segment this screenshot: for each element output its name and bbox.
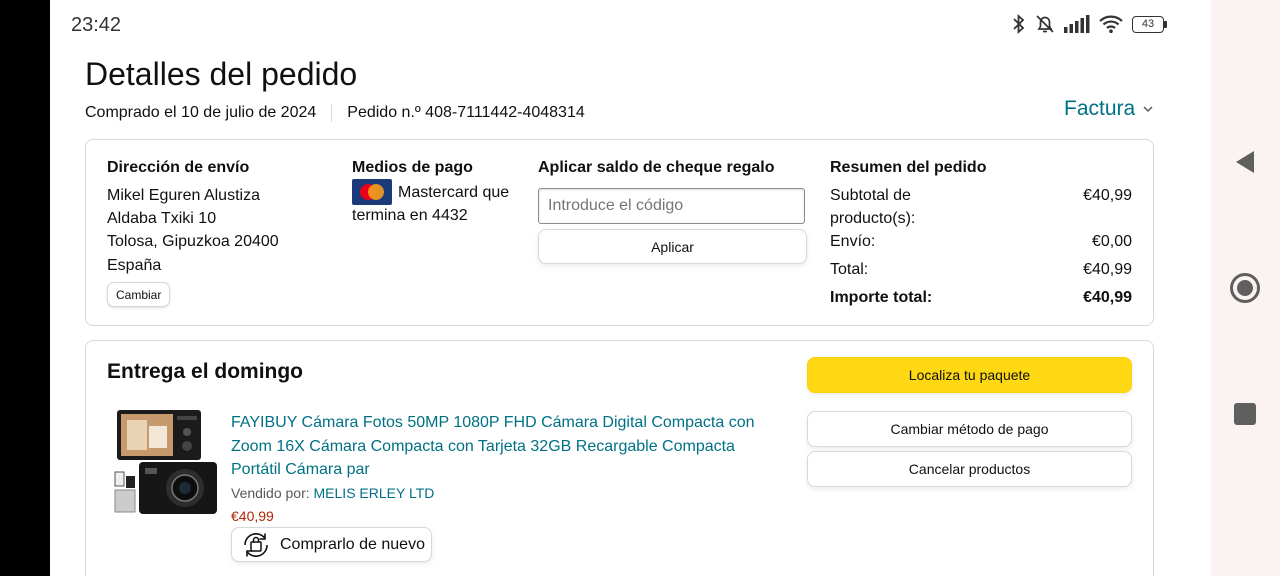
shipping-address-line: Aldaba Txiki 10 bbox=[107, 210, 217, 227]
summary-value: €40,99 bbox=[1083, 289, 1132, 306]
mute-bell-icon bbox=[1036, 15, 1054, 33]
summary-value: €40,99 bbox=[1083, 261, 1132, 278]
change-payment-button[interactable]: Cambiar método de pago bbox=[807, 411, 1132, 447]
meta-divider bbox=[331, 104, 333, 122]
order-summary-card: Dirección de envío Mikel Eguren Alustiza… bbox=[85, 139, 1154, 326]
apply-gift-code-button[interactable]: Aplicar bbox=[538, 229, 807, 264]
change-address-button[interactable]: Cambiar bbox=[107, 282, 171, 307]
shipping-address-line: Mikel Eguren Alustiza bbox=[107, 187, 260, 204]
seller-info: Vendido por: MELIS ERLEY LTD bbox=[231, 485, 434, 501]
summary-row-subtotal: Subtotal de producto(s): €40,99 bbox=[830, 184, 1132, 230]
summary-label: Total: bbox=[830, 261, 869, 278]
gift-code-input[interactable] bbox=[538, 188, 805, 224]
seller-link[interactable]: MELIS ERLEY LTD bbox=[314, 485, 435, 501]
summary-row-shipping: Envío: €0,00 bbox=[830, 230, 1132, 253]
chevron-down-icon bbox=[1143, 105, 1153, 112]
signal-icon bbox=[1064, 15, 1090, 33]
summary-label: Envío: bbox=[830, 233, 876, 250]
home-icon[interactable] bbox=[1229, 272, 1261, 304]
invoice-label: Factura bbox=[1064, 97, 1136, 120]
track-package-button[interactable]: Localiza tu paquete bbox=[807, 357, 1132, 393]
cancel-items-button[interactable]: Cancelar productos bbox=[807, 451, 1132, 487]
buy-again-label: Comprarlo de nuevo bbox=[280, 535, 425, 553]
page-title: Detalles del pedido bbox=[85, 56, 358, 92]
purchase-date: Comprado el 10 de julio de 2024 bbox=[85, 104, 317, 121]
back-icon[interactable] bbox=[1234, 150, 1256, 174]
order-number: Pedido n.º 408-7111442-4048314 bbox=[347, 104, 585, 121]
delivery-card: Entrega el domingo FAYIBUY Cámara Fotos … bbox=[85, 340, 1154, 576]
buy-again-icon bbox=[244, 532, 268, 557]
order-meta: Comprado el 10 de julio de 2024 Pedido n… bbox=[85, 104, 585, 122]
summary-title: Resumen del pedido bbox=[830, 159, 987, 176]
buy-again-button[interactable]: Comprarlo de nuevo bbox=[231, 527, 432, 562]
recents-icon[interactable] bbox=[1234, 403, 1256, 425]
payment-title: Medios de pago bbox=[352, 159, 473, 176]
summary-value: €0,00 bbox=[1091, 233, 1132, 250]
system-navigation-bar bbox=[1211, 0, 1280, 576]
status-icons: 43 bbox=[1012, 14, 1167, 34]
status-time: 23:42 bbox=[71, 14, 122, 36]
shipping-title: Dirección de envío bbox=[107, 159, 250, 176]
summary-row-total: Total: €40,99 bbox=[830, 258, 1132, 281]
bluetooth-icon bbox=[1013, 14, 1025, 34]
delivery-title: Entrega el domingo bbox=[107, 360, 304, 383]
payment-method-text: Mastercard que termina en 4432 bbox=[352, 184, 510, 224]
app-screen: 23:42 43 Detalles del pedido Comprado el… bbox=[50, 0, 1211, 576]
gift-card-title: Aplicar saldo de cheque regalo bbox=[538, 159, 775, 176]
shipping-address-line: España bbox=[107, 257, 162, 274]
summary-label: Subtotal de producto(s): bbox=[830, 187, 916, 227]
summary-row-grand-total: Importe total: €40,99 bbox=[830, 286, 1132, 309]
summary-label: Importe total: bbox=[830, 289, 933, 306]
summary-value: €40,99 bbox=[1083, 187, 1132, 204]
wifi-icon bbox=[1099, 15, 1123, 33]
product-image[interactable] bbox=[113, 410, 219, 518]
battery-icon: 43 bbox=[1132, 15, 1167, 33]
seller-prefix: Vendido por: bbox=[231, 485, 310, 501]
battery-level: 43 bbox=[1132, 15, 1164, 33]
product-price: €40,99 bbox=[231, 508, 274, 524]
product-title-link[interactable]: FAYIBUY Cámara Fotos 50MP 1080P FHD Cáma… bbox=[231, 411, 781, 482]
invoice-dropdown[interactable]: Factura bbox=[1064, 97, 1153, 121]
shipping-address-line: Tolosa, Gipuzkoa 20400 bbox=[107, 233, 279, 250]
